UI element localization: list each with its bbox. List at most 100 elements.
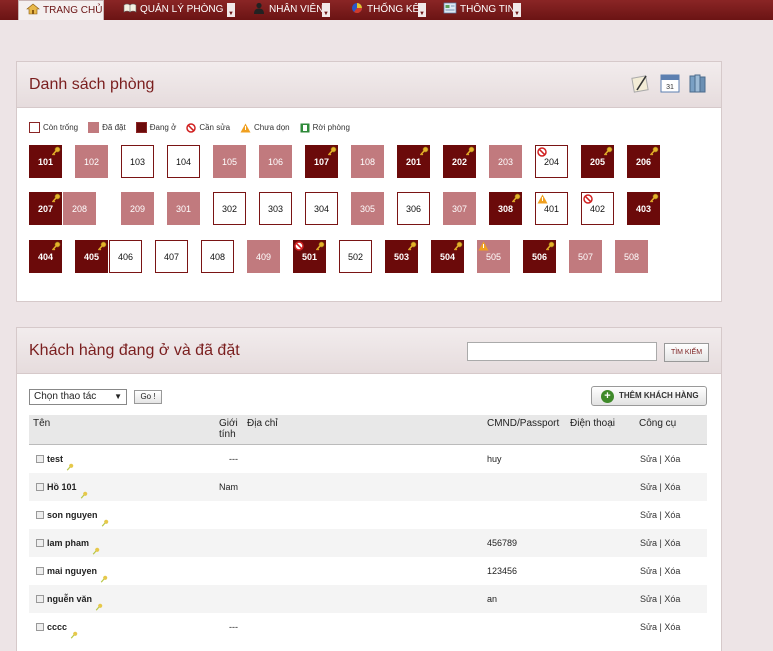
key-icon	[315, 241, 325, 251]
room-308[interactable]: 308	[489, 192, 522, 225]
calendar-icon[interactable]: 31	[660, 72, 680, 94]
tab-4[interactable]: THÔNG TIN ▼	[436, 0, 522, 20]
room-number: 408	[209, 251, 226, 262]
tab-0[interactable]: TRANG CHỦ	[18, 0, 104, 20]
room-number: 103	[129, 156, 146, 167]
room-505[interactable]: 505	[477, 240, 510, 273]
edit-link[interactable]: Sửa	[640, 454, 657, 464]
room-103[interactable]: 103	[121, 145, 154, 178]
row-checkbox[interactable]	[36, 623, 44, 631]
room-303[interactable]: 303	[259, 192, 292, 225]
room-306[interactable]: 306	[397, 192, 430, 225]
room-409[interactable]: 409	[247, 240, 280, 273]
room-108[interactable]: 108	[351, 145, 384, 178]
room-number: 303	[267, 203, 284, 214]
room-507[interactable]: 507	[569, 240, 602, 273]
room-104[interactable]: 104	[167, 145, 200, 178]
table-row: mai nguyen 123456 Sửa | Xóa	[29, 557, 707, 585]
room-206[interactable]: 206	[627, 145, 660, 178]
delete-link[interactable]: Xóa	[664, 482, 680, 492]
room-307[interactable]: 307	[443, 192, 476, 225]
key-icon	[465, 146, 475, 156]
delete-link[interactable]: Xóa	[664, 622, 680, 632]
room-404[interactable]: 404	[29, 240, 62, 273]
edit-link[interactable]: Sửa	[640, 538, 657, 548]
room-508[interactable]: 508	[615, 240, 648, 273]
row-checkbox[interactable]	[36, 567, 44, 575]
row-checkbox[interactable]	[36, 483, 44, 491]
edit-link[interactable]: Sửa	[640, 510, 657, 520]
delete-link[interactable]: Xóa	[664, 454, 680, 464]
room-204[interactable]: 204	[535, 145, 568, 178]
room-401[interactable]: 401	[535, 192, 568, 225]
room-107[interactable]: 107	[305, 145, 338, 178]
room-301[interactable]: 301	[167, 192, 200, 225]
key-icon	[95, 603, 103, 611]
room-203[interactable]: 203	[489, 145, 522, 178]
row-checkbox[interactable]	[36, 455, 44, 463]
room-304[interactable]: 304	[305, 192, 338, 225]
key-icon	[511, 193, 521, 203]
customer-name: lam pham	[47, 538, 100, 555]
search-button[interactable]: TÌM KIẾM	[664, 343, 709, 362]
customer-search-input[interactable]	[467, 342, 657, 361]
room-number: 202	[451, 156, 468, 167]
legend-label: Chưa dọn	[254, 123, 290, 132]
table-row: test --- huy Sửa | Xóa	[29, 445, 707, 473]
room-305[interactable]: 305	[351, 192, 384, 225]
delete-link[interactable]: Xóa	[664, 566, 680, 576]
row-checkbox[interactable]	[36, 539, 44, 547]
edit-link[interactable]: Sửa	[640, 482, 657, 492]
customer-name: test	[47, 454, 74, 471]
tab-dropdown-icon[interactable]: ▼	[418, 3, 426, 17]
delete-link[interactable]: Xóa	[664, 510, 680, 520]
edit-link[interactable]: Sửa	[640, 566, 657, 576]
tab-3[interactable]: THỐNG KÊ ▼	[343, 0, 427, 20]
room-201[interactable]: 201	[397, 145, 430, 178]
no-entry-icon	[583, 194, 593, 204]
tab-label: QUẢN LÝ PHÒNG	[140, 4, 224, 15]
tab-dropdown-icon[interactable]: ▼	[227, 3, 235, 17]
room-208[interactable]: 208	[63, 192, 96, 225]
books-icon[interactable]	[688, 72, 708, 94]
row-checkbox[interactable]	[36, 595, 44, 603]
room-207[interactable]: 207	[29, 192, 62, 225]
room-403[interactable]: 403	[627, 192, 660, 225]
room-506[interactable]: 506	[523, 240, 556, 273]
edit-link[interactable]: Sửa	[640, 622, 657, 632]
room-209[interactable]: 209	[121, 192, 154, 225]
row-checkbox[interactable]	[36, 511, 44, 519]
room-106[interactable]: 106	[259, 145, 292, 178]
tab-2[interactable]: NHÂN VIÊN ▼	[245, 0, 331, 20]
room-502[interactable]: 502	[339, 240, 372, 273]
delete-link[interactable]: Xóa	[664, 538, 680, 548]
room-405[interactable]: 405	[75, 240, 108, 273]
add-customer-button[interactable]: + THÊM KHÁCH HÀNG	[591, 386, 707, 406]
room-101[interactable]: 101	[29, 145, 62, 178]
col-passport: CMND/Passport	[487, 418, 560, 429]
room-205[interactable]: 205	[581, 145, 614, 178]
room-504[interactable]: 504	[431, 240, 464, 273]
legend-swatch	[29, 122, 40, 133]
tab-dropdown-icon[interactable]: ▼	[513, 3, 521, 17]
room-501[interactable]: 501	[293, 240, 326, 273]
room-406[interactable]: 406	[109, 240, 142, 273]
room-407[interactable]: 407	[155, 240, 188, 273]
go-button[interactable]: Go !	[134, 390, 162, 404]
tab-1[interactable]: QUẢN LÝ PHÒNG ▼	[116, 0, 236, 20]
room-402[interactable]: 402	[581, 192, 614, 225]
tab-dropdown-icon[interactable]: ▼	[322, 3, 330, 17]
room-503[interactable]: 503	[385, 240, 418, 273]
action-select[interactable]: Chọn thao tác ▼	[29, 389, 127, 405]
tab-label: THÔNG TIN	[460, 4, 515, 15]
room-408[interactable]: 408	[201, 240, 234, 273]
delete-link[interactable]: Xóa	[664, 594, 680, 604]
room-202[interactable]: 202	[443, 145, 476, 178]
table-header: Tên Giới tính Địa chỉ CMND/Passport Điện…	[29, 415, 707, 445]
edit-link[interactable]: Sửa	[640, 594, 657, 604]
room-number: 407	[163, 251, 180, 262]
room-102[interactable]: 102	[75, 145, 108, 178]
edit-note-icon[interactable]	[631, 72, 651, 94]
room-302[interactable]: 302	[213, 192, 246, 225]
room-105[interactable]: 105	[213, 145, 246, 178]
